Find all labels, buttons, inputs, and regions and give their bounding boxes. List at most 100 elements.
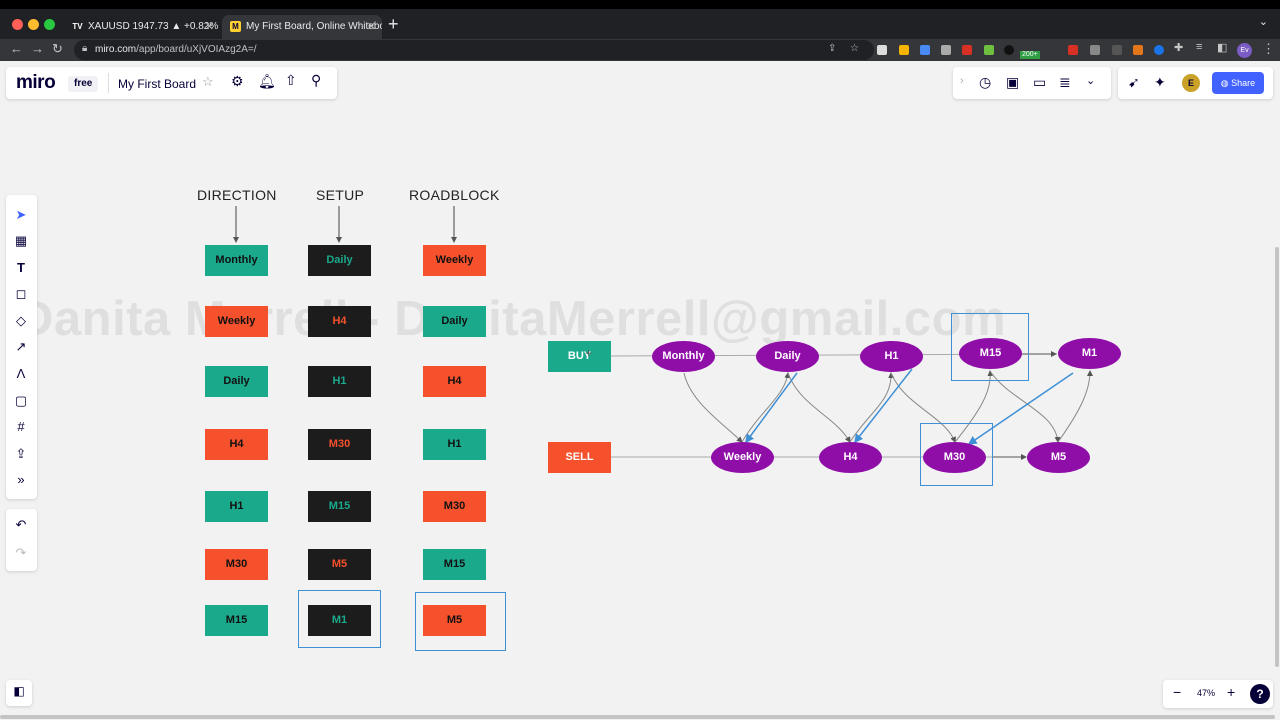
tab-search-icon[interactable]: ⌄ (1259, 15, 1268, 28)
connector[interactable] (849, 372, 895, 443)
share-page-icon[interactable]: ⇪ (828, 43, 836, 54)
extension-icon[interactable] (1112, 45, 1122, 55)
roadblock-card[interactable]: Daily (423, 306, 486, 337)
browser-tab-tradingview[interactable]: TV XAUUSD 1947.73 ▲ +0.82% M ✕ (64, 15, 220, 39)
buy-card[interactable]: BUY (548, 341, 611, 372)
shapes-icon[interactable]: ◇ (6, 313, 36, 329)
direction-card[interactable]: Daily (205, 366, 268, 397)
extension-icon[interactable] (877, 45, 887, 55)
extension-icon[interactable] (1154, 45, 1164, 55)
connector[interactable] (683, 372, 743, 443)
minimize-window-button[interactable] (28, 19, 39, 30)
roadblock-card[interactable]: Weekly (423, 245, 486, 276)
reading-list-icon[interactable]: ≡ (1196, 41, 1202, 53)
timeframe-node[interactable]: H1 (860, 341, 923, 372)
plan-badge[interactable]: free (68, 76, 99, 92)
frame-icon[interactable]: # (6, 419, 36, 434)
extension-icon[interactable] (962, 45, 972, 55)
export-upload-icon[interactable]: ⇧ (285, 72, 297, 89)
extension-icon[interactable] (941, 45, 951, 55)
metamask-icon[interactable] (1133, 45, 1143, 55)
search-icon[interactable]: ⚲ (311, 72, 321, 89)
roadblock-card[interactable]: H4 (423, 366, 486, 397)
user-avatar[interactable]: E (1182, 74, 1200, 92)
direction-card[interactable]: M15 (205, 605, 268, 636)
setup-card[interactable]: H4 (308, 306, 371, 337)
vertical-scrollbar[interactable] (1275, 247, 1279, 667)
timeframe-node[interactable]: Weekly (711, 442, 774, 473)
more-apps-icon[interactable]: » (6, 472, 36, 487)
miro-logo[interactable]: miro (16, 72, 56, 94)
reload-icon[interactable]: ↻ (52, 41, 63, 57)
upload-icon[interactable]: ⇪ (6, 446, 36, 462)
setup-card[interactable]: M5 (308, 549, 371, 580)
timeframe-node[interactable]: M5 (1027, 442, 1090, 473)
board-canvas[interactable]: Danita Merrell - DanitaMerrell@gmail.com… (0, 61, 1280, 720)
browser-tab-miro[interactable]: M My First Board, Online Whitebo ✕ (222, 15, 382, 39)
new-tab-button[interactable]: + (388, 14, 399, 35)
sell-card[interactable]: SELL (548, 442, 611, 473)
timeframe-node[interactable]: M30 (923, 442, 986, 473)
text-icon[interactable]: T (6, 260, 36, 275)
setup-card[interactable]: M15 (308, 491, 371, 522)
extension-icon[interactable] (920, 45, 930, 55)
pen-icon[interactable]: Λ (6, 366, 36, 381)
timeframe-node[interactable]: M1 (1058, 338, 1121, 369)
close-window-button[interactable] (12, 19, 23, 30)
address-bar[interactable]: 🔒︎ miro.com/app/board/uXjVOIAzg2A=/ ⇪ ☆ (74, 40, 874, 60)
zoom-level[interactable]: 47% (1197, 688, 1215, 698)
side-panel-icon[interactable]: ◧ (1217, 41, 1227, 54)
celebrate-icon[interactable]: ✦ (1154, 74, 1166, 91)
timeframe-node[interactable]: Daily (756, 341, 819, 372)
chevron-right-icon[interactable]: › (960, 75, 964, 87)
timeframe-node[interactable]: H4 (819, 442, 882, 473)
help-button[interactable]: ? (1250, 684, 1270, 704)
direction-card[interactable]: Weekly (205, 306, 268, 337)
horizontal-scrollbar[interactable] (0, 715, 1275, 719)
close-tab-icon[interactable]: ✕ (205, 15, 214, 39)
setup-card[interactable]: Daily (308, 245, 371, 276)
star-icon[interactable]: ☆ (202, 74, 214, 90)
direction-card[interactable]: H1 (205, 491, 268, 522)
direction-card[interactable]: H4 (205, 429, 268, 460)
redo-icon[interactable]: ↷ (6, 545, 36, 561)
maximize-window-button[interactable] (44, 19, 55, 30)
share-button[interactable]: ◍ Share (1212, 72, 1264, 94)
notification-bell-icon[interactable]: 🔔︎ (258, 73, 276, 90)
connection-line-icon[interactable]: ↗ (6, 339, 36, 355)
templates-icon[interactable]: ▦ (6, 233, 36, 249)
extension-icon[interactable] (984, 45, 994, 55)
back-arrow-icon[interactable]: ← (10, 41, 23, 56)
connector[interactable] (854, 368, 913, 444)
profile-avatar[interactable]: Ev (1237, 43, 1252, 58)
roadblock-card[interactable]: M30 (423, 491, 486, 522)
sticky-note-icon[interactable]: ◻ (6, 286, 36, 302)
zoom-out-icon[interactable]: − (1173, 684, 1181, 700)
roadblock-card[interactable]: H1 (423, 429, 486, 460)
comment-icon[interactable]: ▢ (6, 393, 36, 409)
timeframe-node[interactable]: M15 (959, 338, 1022, 369)
undo-icon[interactable]: ↶ (6, 517, 36, 533)
setup-card[interactable]: M30 (308, 429, 371, 460)
setup-card[interactable]: M1 (308, 605, 371, 636)
connector[interactable] (745, 372, 798, 444)
direction-card[interactable]: M30 (205, 549, 268, 580)
frames-panel-toggle[interactable]: ◧ (6, 680, 32, 706)
connector[interactable] (1057, 370, 1093, 443)
board-title[interactable]: My First Board (118, 77, 196, 91)
extension-icon[interactable] (1090, 45, 1100, 55)
forward-arrow-icon[interactable]: → (31, 41, 44, 56)
timer-icon[interactable]: ◷ (979, 74, 991, 91)
settings-gear-icon[interactable]: ⚙ (231, 73, 244, 90)
extension-icon[interactable] (1004, 45, 1014, 55)
roadblock-card[interactable]: M5 (423, 605, 486, 636)
close-tab-icon[interactable]: ✕ (367, 15, 376, 39)
connector[interactable] (787, 372, 851, 443)
zoom-in-icon[interactable]: + (1227, 684, 1235, 700)
browser-menu-icon[interactable]: ⋮ (1262, 41, 1275, 57)
presentation-icon[interactable]: ▭ (1033, 74, 1046, 91)
more-chevron-icon[interactable]: ⌄ (1086, 74, 1095, 87)
bookmark-star-icon[interactable]: ☆ (850, 43, 859, 54)
voting-icon[interactable]: ▣ (1006, 74, 1019, 91)
extensions-puzzle-icon[interactable]: ✚ (1174, 41, 1183, 54)
